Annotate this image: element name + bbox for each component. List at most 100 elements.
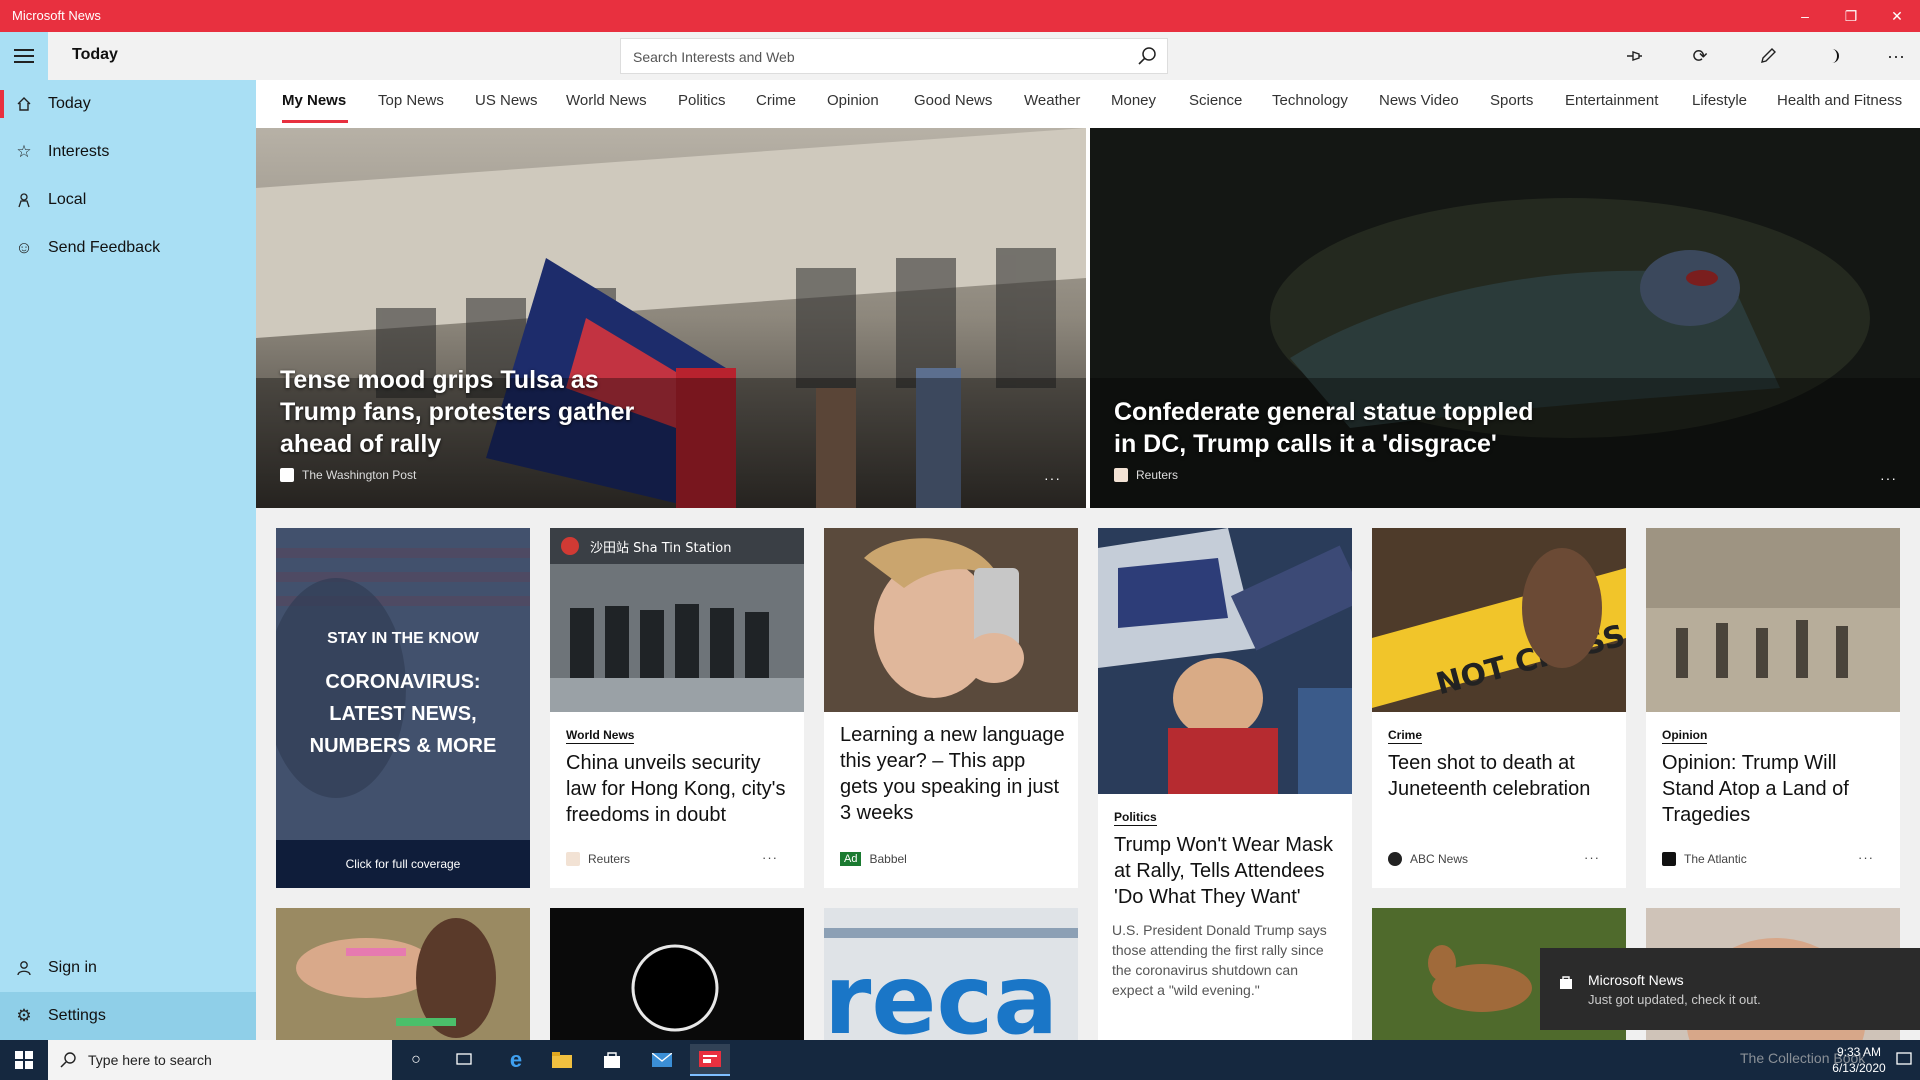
more-options-button[interactable]: ··· xyxy=(1880,40,1912,72)
notification-center-icon[interactable] xyxy=(1884,1044,1920,1076)
tab-my-news[interactable]: My News xyxy=(282,92,346,109)
edit-icon[interactable] xyxy=(1752,40,1784,72)
card-category[interactable]: World News xyxy=(566,728,635,744)
pin-icon[interactable] xyxy=(1618,40,1650,72)
gear-icon: ⚙ xyxy=(16,1006,32,1025)
microsoft-news-taskbar-icon[interactable] xyxy=(690,1044,730,1076)
sidebar: Today ☆ Interests Local ☺ Send Feedback … xyxy=(0,32,256,1040)
card-snippet: U.S. President Donald Trump says those a… xyxy=(1112,922,1327,998)
tab-technology[interactable]: Technology xyxy=(1272,92,1348,109)
card-source-name: Reuters xyxy=(588,852,631,866)
file-explorer-icon[interactable] xyxy=(542,1044,582,1076)
edge-browser-icon[interactable]: e xyxy=(496,1044,536,1076)
sidebar-item-today[interactable]: Today xyxy=(0,80,256,128)
store-icon[interactable] xyxy=(592,1044,632,1076)
tab-opinion[interactable]: Opinion xyxy=(827,92,879,109)
news-card-row2-2[interactable] xyxy=(550,908,804,1040)
tab-health-and-fitness[interactable]: Health and Fitness xyxy=(1777,92,1902,109)
ad-card-babbel[interactable]: Learning a new language this year? – Thi… xyxy=(824,528,1078,888)
tab-us-news[interactable]: US News xyxy=(475,92,538,109)
tab-weather[interactable]: Weather xyxy=(1024,92,1080,109)
news-card-juneteenth[interactable]: NOT CROSS Crime Teen shot to death at Ju… xyxy=(1372,528,1626,888)
sidebar-item-local[interactable]: Local xyxy=(0,176,256,224)
sidebar-item-label: Send Feedback xyxy=(48,239,161,256)
taskbar: Type here to search ○ e The Collection B… xyxy=(0,1040,1920,1080)
refresh-icon[interactable]: ⟳ xyxy=(1684,40,1716,72)
tab-sports[interactable]: Sports xyxy=(1490,92,1533,109)
hero-headline[interactable]: Confederate general statue toppled in DC… xyxy=(1114,396,1534,460)
svg-text:reca: reca xyxy=(824,944,1058,1040)
reuters-logo-icon xyxy=(1114,468,1128,482)
search-icon[interactable] xyxy=(1135,44,1159,73)
card-title[interactable]: Trump Won't Wear Mask at Rally, Tells At… xyxy=(1114,832,1340,910)
hamburger-menu-button[interactable] xyxy=(0,32,48,80)
card-title[interactable]: Learning a new language this year? – Thi… xyxy=(840,722,1066,826)
tab-science[interactable]: Science xyxy=(1189,92,1242,109)
news-card-opinion-atlantic[interactable]: Opinion Opinion: Trump Will Stand Atop a… xyxy=(1646,528,1900,888)
restore-button[interactable]: ❐ xyxy=(1828,0,1874,32)
search-box[interactable]: Search Interests and Web xyxy=(620,38,1168,74)
tab-crime[interactable]: Crime xyxy=(756,92,796,109)
sidebar-item-settings[interactable]: ⚙ Settings xyxy=(0,992,256,1040)
card-title[interactable]: Teen shot to death at Juneteenth celebra… xyxy=(1388,750,1614,802)
hero-card-statue[interactable]: Confederate general statue toppled in DC… xyxy=(1090,128,1920,508)
tab-news-video[interactable]: News Video xyxy=(1379,92,1459,109)
card-title[interactable]: Opinion: Trump Will Stand Atop a Land of… xyxy=(1662,750,1888,828)
tab-lifestyle[interactable]: Lifestyle xyxy=(1692,92,1747,109)
news-card-trump-mask[interactable]: Politics Trump Won't Wear Mask at Rally,… xyxy=(1098,528,1352,1040)
task-view-icon[interactable] xyxy=(444,1044,484,1076)
cortana-icon[interactable]: ○ xyxy=(396,1044,436,1076)
taskbar-search-box[interactable]: Type here to search xyxy=(48,1040,392,1080)
card-title[interactable]: China unveils security law for Hong Kong… xyxy=(566,750,792,828)
minimize-button[interactable]: – xyxy=(1782,0,1828,32)
tab-top-news[interactable]: Top News xyxy=(378,92,444,109)
sidebar-item-sign-in[interactable]: Sign in xyxy=(0,944,256,992)
windows-start-icon[interactable] xyxy=(4,1044,44,1076)
card-source: The Atlantic xyxy=(1662,852,1747,866)
hero-more-button[interactable]: ··· xyxy=(1880,470,1897,486)
taskbar-search-input[interactable]: Type here to search xyxy=(88,1052,212,1068)
sidebar-item-send-feedback[interactable]: ☺ Send Feedback xyxy=(0,224,256,272)
card-source-name: The Atlantic xyxy=(1684,852,1747,866)
card-source: Ad Babbel xyxy=(840,852,907,866)
tab-politics[interactable]: Politics xyxy=(678,92,726,109)
ad-badge: Ad xyxy=(840,852,862,866)
card-source-name: Babbel xyxy=(869,852,907,866)
tab-good-news[interactable]: Good News xyxy=(914,92,992,109)
news-card-hong-kong[interactable]: 沙田站 Sha Tin Station World News China unv… xyxy=(550,528,804,888)
card-more-button[interactable]: ··· xyxy=(1858,850,1874,865)
star-list-icon: ☆ xyxy=(16,142,32,161)
sidebar-item-interests[interactable]: ☆ Interests xyxy=(0,128,256,176)
page-title: Today xyxy=(72,46,118,63)
the-atlantic-logo-icon xyxy=(1662,852,1676,866)
card-category[interactable]: Politics xyxy=(1114,810,1157,826)
news-card-row2-3[interactable]: reca xyxy=(824,908,1078,1040)
smiley-icon: ☺ xyxy=(15,238,33,257)
coronavirus-promo-card[interactable]: STAY IN THE KNOW CORONAVIRUS: LATEST NEW… xyxy=(276,528,530,888)
card-more-button[interactable]: ··· xyxy=(1584,850,1600,865)
update-notification-toast[interactable]: Microsoft News Just got updated, check i… xyxy=(1540,948,1920,1030)
hero-more-button[interactable]: ··· xyxy=(1044,470,1061,486)
close-button[interactable]: ✕ xyxy=(1874,0,1920,32)
promo-kicker: STAY IN THE KNOW xyxy=(327,630,479,647)
mail-icon[interactable] xyxy=(642,1044,682,1076)
toast-title: Microsoft News xyxy=(1588,972,1684,988)
top-header: Today Search Interests and Web ⟳ ··· xyxy=(48,32,1920,80)
full-coverage-link[interactable]: Click for full coverage xyxy=(276,840,530,888)
tab-world-news[interactable]: World News xyxy=(566,92,647,109)
card-source-name: ABC News xyxy=(1410,852,1469,866)
card-category[interactable]: Crime xyxy=(1388,728,1423,744)
card-category[interactable]: Opinion xyxy=(1662,728,1708,744)
news-card-row2-1[interactable] xyxy=(276,908,530,1040)
card-more-button[interactable]: ··· xyxy=(762,850,778,865)
search-input[interactable]: Search Interests and Web xyxy=(633,49,795,65)
tab-money[interactable]: Money xyxy=(1111,92,1156,109)
active-tab-indicator xyxy=(282,120,348,123)
hero-headline[interactable]: Tense mood grips Tulsa as Trump fans, pr… xyxy=(280,364,660,460)
dark-mode-icon[interactable] xyxy=(1818,40,1850,72)
hero-card-tulsa[interactable]: Tense mood grips Tulsa as Trump fans, pr… xyxy=(256,128,1086,508)
card-image-solar-eclipse xyxy=(550,908,804,1040)
card-image-rally xyxy=(1098,528,1352,794)
store-bag-icon xyxy=(1558,974,1574,995)
tab-entertainment[interactable]: Entertainment xyxy=(1565,92,1658,109)
